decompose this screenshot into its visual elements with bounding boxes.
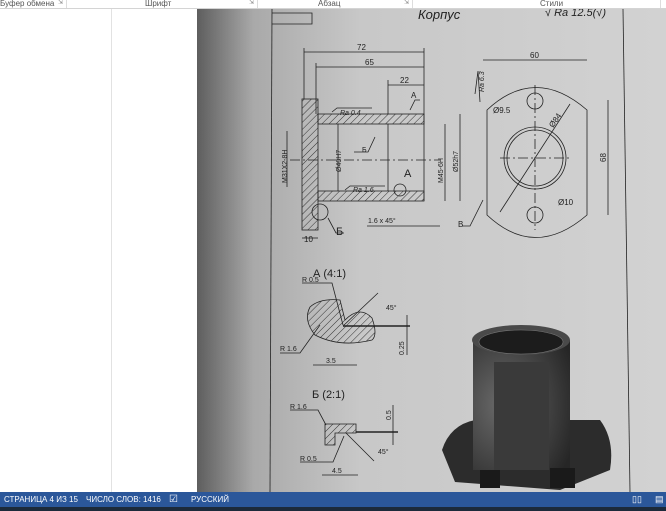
detail-a-r05: R 0.5 <box>302 277 319 284</box>
detail-a-0-25: 0.25 <box>399 341 406 355</box>
roughness-ra04: Ra 0.4 <box>340 110 361 117</box>
dim-chamfer: 1.6 x 45° <box>368 217 396 225</box>
dialog-launcher-icon[interactable]: ⇲ <box>58 0 63 7</box>
dim-thread-m31: M31X2-8H <box>282 150 289 183</box>
dim-68: 68 <box>599 153 608 162</box>
proofing-icon[interactable]: ☑ <box>169 492 178 507</box>
document-margin-area <box>0 9 197 492</box>
dim-hole-9-5: Ø9.5 <box>493 106 511 115</box>
word-count[interactable]: ЧИСЛО СЛОВ: 1416 <box>86 492 161 507</box>
page-edge-divider <box>111 9 112 492</box>
detail-b-0-5: 0.5 <box>386 410 393 420</box>
label-b-leader: Б <box>362 147 367 154</box>
language-indicator[interactable]: РУССКИЙ <box>191 492 229 507</box>
status-bar: СТРАНИЦА 4 ИЗ 15 ЧИСЛО СЛОВ: 1416 ☑ РУСС… <box>0 492 666 507</box>
ribbon-group-labels: Буфер обмена ⇲ Шрифт ⇲ Абзац ⇲ Стили <box>0 0 666 9</box>
detail-b-r05: R 0.5 <box>300 456 317 463</box>
label-a-leader: А <box>411 91 417 100</box>
detail-b-4-5: 4.5 <box>332 468 342 475</box>
ribbon-group-font: Шрифт <box>145 0 172 8</box>
drawing-title: Корпус <box>418 9 461 22</box>
label-v: В <box>458 220 463 229</box>
general-roughness: √ Ra 12.5(√) <box>545 9 606 19</box>
dim-65: 65 <box>365 58 374 67</box>
roughness-ra16: Ra 1.6 <box>353 187 374 194</box>
dim-10: 10 <box>304 235 313 244</box>
label-a-circle: А <box>404 168 412 180</box>
dialog-launcher-icon[interactable]: ⇲ <box>249 0 254 7</box>
ribbon-group-styles: Стили <box>540 0 564 8</box>
dim-outer: Ø52h7 <box>453 151 460 172</box>
ribbon-group-clipboard: Буфер обмена <box>0 0 55 8</box>
dim-bore: Ø40H7 <box>336 150 343 172</box>
taskbar-edge <box>0 507 666 511</box>
dialog-launcher-icon[interactable]: ⇲ <box>404 0 409 7</box>
dim-thread-m45: M45-6H <box>438 158 445 183</box>
label-b-circle: Б <box>336 226 343 238</box>
detail-a-r16: R 1.6 <box>280 346 297 353</box>
print-layout-icon[interactable]: ▤ <box>655 492 664 507</box>
detail-a-3-5: 3.5 <box>326 358 336 365</box>
embedded-drawing-photo: Корпус √ Ra 12.5(√) 72 65 22 10 1.6 x 45… <box>197 7 666 493</box>
ribbon-group-paragraph: Абзац <box>318 0 341 8</box>
dim-60: 60 <box>530 51 539 60</box>
dim-hole-10: Ø10 <box>558 198 574 207</box>
detail-b-title: Б (2:1) <box>312 389 345 401</box>
detail-b-r16: R 1.6 <box>290 404 307 411</box>
detail-b-angle: 45° <box>378 448 389 456</box>
dim-72: 72 <box>357 43 366 52</box>
detail-a-angle: 45° <box>386 304 397 312</box>
dim-22: 22 <box>400 76 409 85</box>
read-mode-icon[interactable]: ▯▯ <box>632 492 642 507</box>
roughness-ra63: Ra 6.3 <box>479 71 486 92</box>
page-counter[interactable]: СТРАНИЦА 4 ИЗ 15 <box>4 492 78 507</box>
